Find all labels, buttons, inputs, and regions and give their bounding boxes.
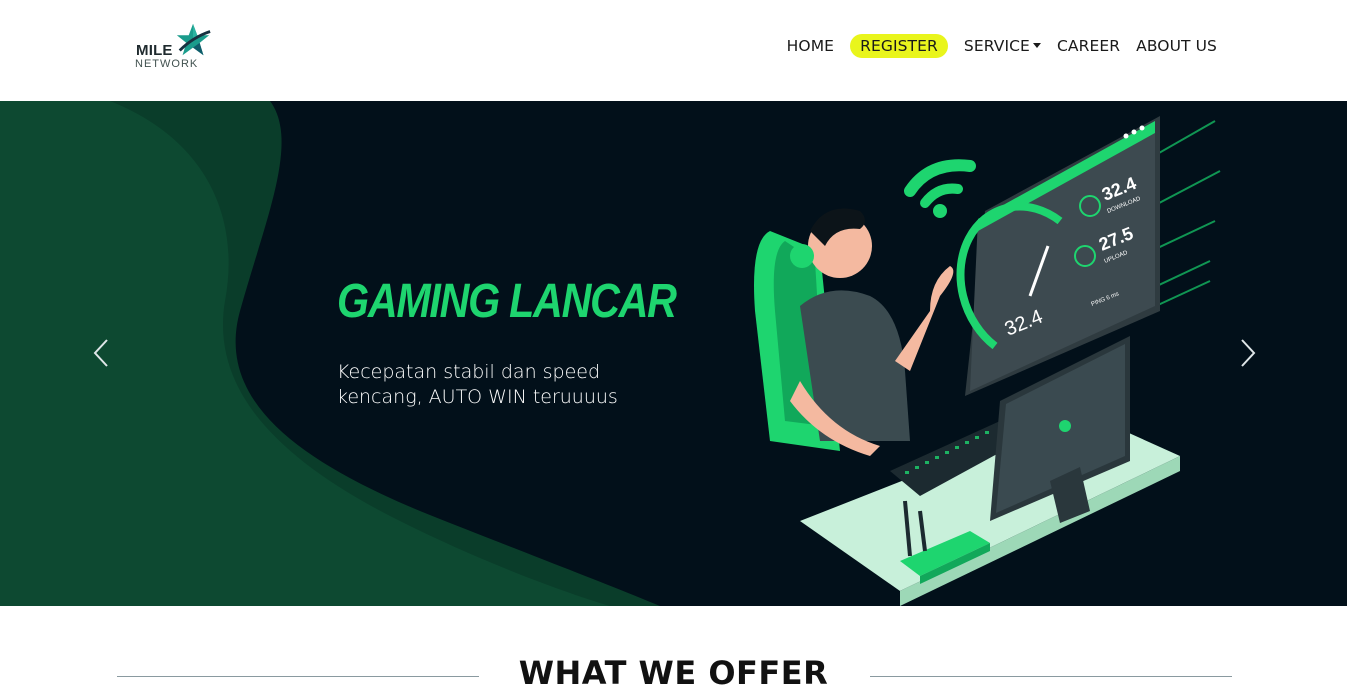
logo-text-mile: MILE xyxy=(136,42,173,59)
hero-title: GAMING LANCAR xyxy=(337,275,677,328)
main-nav: HOME REGISTER SERVICE CAREER ABOUT US xyxy=(779,34,1225,58)
chevron-right-icon[interactable] xyxy=(1235,338,1259,368)
nav-home[interactable]: HOME xyxy=(779,35,842,57)
speedtest-panel: 32.4 32.4 DOWNLOAD 27.5 UPLOAD PING 6 ms xyxy=(956,116,1160,396)
brand-logo[interactable]: MILE NETWORK xyxy=(134,22,214,72)
hero-subtitle: Kecepatan stabil dan speed kencang, AUTO… xyxy=(337,361,618,408)
hero-carousel: GAMING LANCAR Kecepatan stabil dan speed… xyxy=(0,101,1347,606)
nav-register[interactable]: REGISTER xyxy=(850,34,948,58)
star-icon xyxy=(176,23,211,56)
nav-career[interactable]: CAREER xyxy=(1049,35,1128,57)
caret-down-icon xyxy=(1032,43,1041,48)
offer-section: WHAT WE OFFER xyxy=(0,606,1347,691)
gamer-illustration: 32.4 32.4 DOWNLOAD 27.5 UPLOAD PING 6 ms xyxy=(754,116,1221,606)
nav-service[interactable]: SERVICE xyxy=(956,35,1049,57)
navbar: MILE NETWORK HOME REGISTER SERVICE CAREE… xyxy=(0,0,1347,101)
chevron-left-icon[interactable] xyxy=(90,338,114,368)
nav-about-us[interactable]: ABOUT US xyxy=(1128,35,1225,57)
offer-title: WHAT WE OFFER xyxy=(518,654,829,691)
nav-service-label: SERVICE xyxy=(963,37,1030,55)
wifi-icon xyxy=(904,159,976,218)
logo-text-network: NETWORK xyxy=(135,58,199,70)
